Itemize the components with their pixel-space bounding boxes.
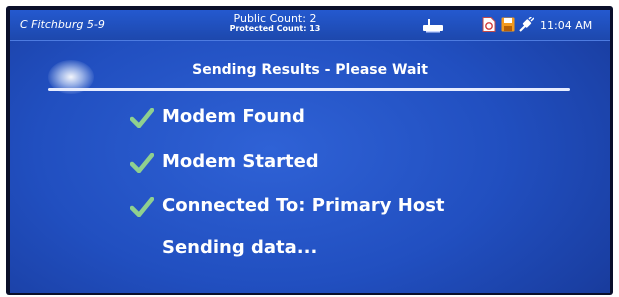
protected-count: Protected Count: 13 [229,24,321,34]
step-label: Sending data... [162,237,318,258]
precinct-name: C Fitchburg 5-9 [20,18,105,31]
ballot-counts: Public Count: 2 Protected Count: 13 [210,12,340,34]
check-icon [129,196,155,222]
document-icon [482,17,496,36]
dialog-title: Sending Results - Please Wait [192,62,428,78]
save-disk-icon [501,17,515,36]
step-label: Modem Started [162,151,319,172]
check-icon [129,152,155,178]
status-bar: C Fitchburg 5-9 Public Count: 2 Protecte… [10,10,610,41]
check-icon [129,107,155,133]
clock: 11:04 AM [540,19,593,32]
step-label: Connected To: Primary Host [162,195,445,216]
title-divider [48,88,570,91]
touch-screen: C Fitchburg 5-9 Public Count: 2 Protecte… [10,10,610,293]
step-label: Modem Found [162,106,305,127]
plug-icon [518,15,535,36]
printer-icon [422,18,444,37]
